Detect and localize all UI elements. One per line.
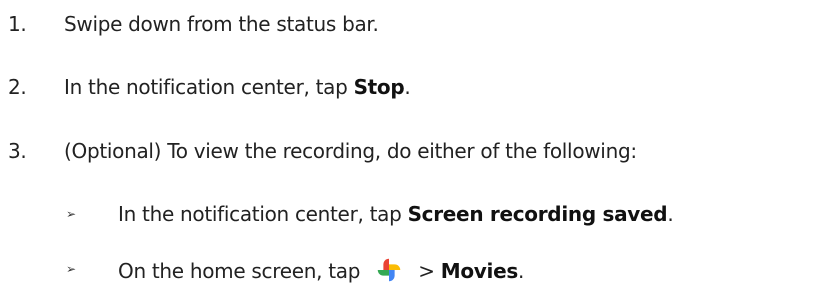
substep-text: In the notification center, tap Screen r… [118,200,674,228]
step-text: In the notification center, tap Stop. [64,73,411,101]
photos-petal-blue [389,270,395,282]
photos-petal-yellow [389,264,401,270]
screen-recording-saved-label: Screen recording saved [407,202,668,226]
substep-text: On the home screen, tap > Movies. [118,255,524,285]
step-text-before: In the notification center, tap [64,75,354,99]
breadcrumb-separator: > [412,259,441,283]
step-number: 1. [8,12,27,36]
stop-label: Stop [353,75,405,99]
substep-text-after: . [517,259,525,283]
substep-text-before: On the home screen, tap [118,259,367,283]
arrow-bullet-icon: ➢ [66,262,76,276]
photos-petal-red [383,258,390,270]
step-text-after: . [404,75,411,99]
substep-text-after: . [667,202,674,226]
google-photos-icon [377,258,401,282]
substep-text-before: In the notification center, tap [118,202,408,226]
step-number: 3. [8,139,27,163]
arrow-bullet-icon: ➢ [66,207,76,221]
photos-petal-green [377,270,390,276]
movies-label: Movies [440,259,519,283]
step-number: 2. [8,75,27,99]
step-text: (Optional) To view the recording, do eit… [64,139,637,163]
step-text: Swipe down from the status bar. [64,12,379,36]
